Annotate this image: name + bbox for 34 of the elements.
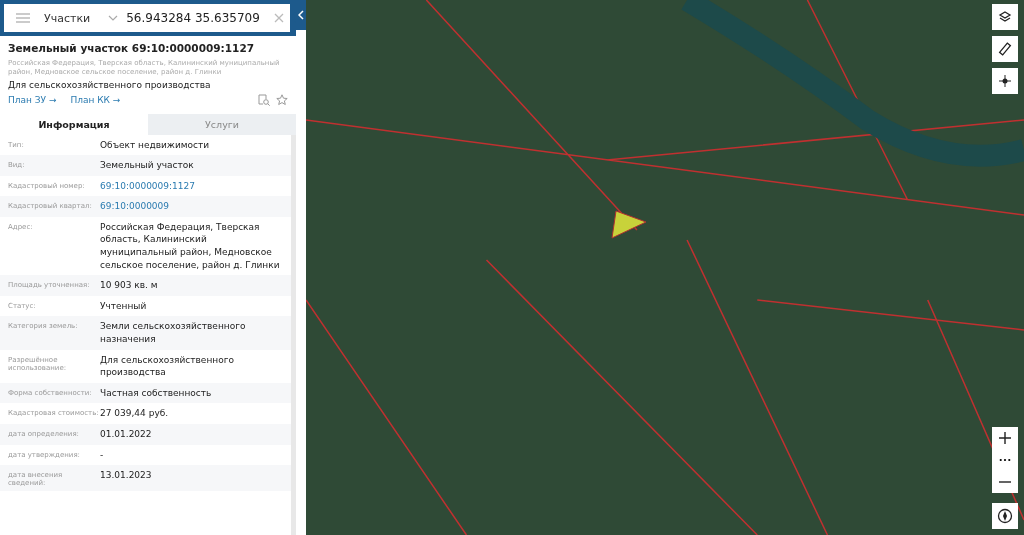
compass-button[interactable] (992, 503, 1018, 529)
compass-icon (997, 508, 1013, 524)
tab[interactable]: Услуги (148, 113, 296, 135)
collapse-panel-button[interactable] (296, 0, 306, 30)
field-value: Земли сельскохозяйственного назначения (100, 320, 247, 346)
field-value: 01.01.2022 (100, 428, 152, 441)
crosshair-icon (998, 74, 1012, 88)
layers-button[interactable] (992, 4, 1018, 30)
locate-button[interactable] (992, 68, 1018, 94)
field-value: 27 039,44 руб. (100, 407, 169, 420)
plan-link[interactable]: План КК → (70, 94, 121, 105)
field-value: 13.01.2023 (100, 469, 152, 483)
plus-icon (998, 431, 1012, 445)
field-value: Частная собственность (100, 386, 212, 400)
field-value: 10 903 кв. м (100, 279, 158, 292)
field-value: Для сельскохозяйственного производства (100, 353, 235, 379)
star-icon[interactable] (276, 93, 288, 106)
layers-icon (998, 10, 1012, 24)
ellipsis-icon (999, 458, 1011, 462)
field-value: Объект недвижимости (100, 138, 210, 152)
chevron-left-icon (298, 10, 304, 20)
field-value: - (100, 448, 104, 462)
highlighted-parcel[interactable] (608, 210, 648, 240)
parcel-purpose: Для сельскохозяйственного производства (8, 79, 212, 90)
field-value: Российская Федерация, Тверская область, Калининский муниципальный район, Медновское сельское поселение, район д. Глинки (100, 220, 281, 272)
field-link[interactable]: 69:10:0000009:1127 (100, 179, 195, 193)
ruler-button[interactable] (992, 36, 1018, 62)
field-value: Учтенный (100, 299, 147, 313)
plan-link[interactable]: План ЗУ → (8, 94, 57, 105)
ruler-icon (998, 42, 1012, 56)
parcel-title: Земельный участок 69:10:0000009:1127 (8, 42, 255, 54)
layer-dropdown[interactable]: Участки (44, 11, 91, 25)
field-link[interactable]: 69:10:0000009 (100, 200, 170, 213)
field-value: Земельный участок (100, 159, 194, 172)
